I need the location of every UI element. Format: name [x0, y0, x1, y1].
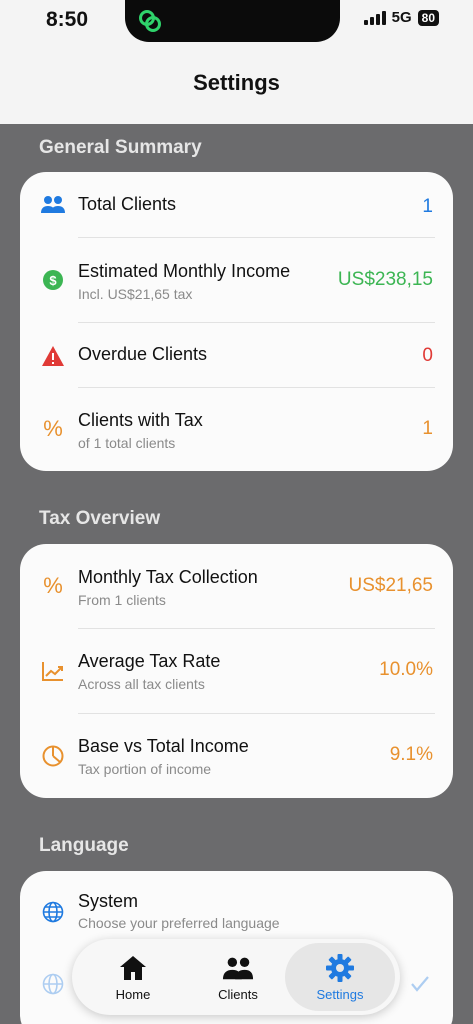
tab-clients[interactable]: Clients: [183, 943, 293, 1011]
row-label: Overdue Clients: [78, 344, 208, 364]
percent-icon: %: [43, 416, 63, 441]
dollar-icon: $: [40, 267, 66, 293]
trend-chart-icon: [40, 658, 66, 684]
row-clients-with-tax: % Clients with Tax of 1 total clients 1: [20, 388, 453, 471]
tab-label: Clients: [218, 987, 258, 1002]
row-value: US$21,65: [348, 575, 433, 596]
link-logo-icon: [139, 10, 161, 32]
top-header: 8:50 5G 80 Settings: [0, 0, 473, 124]
row-monthly-tax-collection: % Monthly Tax Collection From 1 clients …: [20, 544, 453, 628]
row-label: System: [78, 891, 139, 911]
tab-bar: Home Clients Settings: [72, 939, 400, 1015]
row-value: US$238,15: [337, 269, 433, 290]
tab-label: Home: [115, 987, 151, 1002]
tab-label: Settings: [316, 987, 364, 1002]
row-label: Estimated Monthly Income: [78, 261, 291, 281]
gear-icon: [324, 953, 356, 983]
signal-icon: [363, 10, 386, 25]
status-indicators: 5G 80: [363, 9, 439, 26]
row-estimated-monthly-income: $ Estimated Monthly Income Incl. US$21,6…: [20, 238, 453, 322]
percent-icon: %: [43, 573, 63, 598]
status-time: 8:50: [46, 8, 89, 31]
row-subtitle: of 1 total clients: [78, 435, 176, 451]
row-subtitle: From 1 clients: [78, 592, 166, 608]
row-value: 0: [422, 345, 433, 366]
section-title-general-summary: General Summary: [39, 137, 202, 158]
svg-text:$: $: [49, 273, 57, 288]
row-overdue-clients: Overdue Clients 0: [20, 323, 453, 387]
section-title-tax-overview: Tax Overview: [39, 508, 161, 529]
general-summary-card: Total Clients 1 $ Estimated Monthly Inco…: [20, 172, 453, 471]
row-subtitle: Choose your preferred language: [78, 915, 280, 931]
row-value: 9.1%: [389, 744, 433, 765]
row-subtitle: Tax portion of income: [78, 761, 212, 777]
battery-icon: 80: [417, 9, 439, 26]
row-value: 10.0%: [379, 659, 433, 680]
tax-overview-card: % Monthly Tax Collection From 1 clients …: [20, 544, 453, 798]
row-subtitle: Across all tax clients: [78, 676, 205, 692]
row-label: Monthly Tax Collection: [78, 567, 258, 587]
people-icon: [222, 953, 254, 983]
tab-settings[interactable]: Settings: [285, 943, 395, 1011]
globe-icon: [40, 899, 66, 925]
globe-icon: [40, 971, 66, 997]
row-average-tax-rate: Average Tax Rate Across all tax clients …: [20, 629, 453, 713]
row-label: Base vs Total Income: [78, 736, 249, 756]
row-subtitle: Incl. US$21,65 tax: [78, 286, 193, 302]
people-icon: [40, 192, 66, 218]
row-label: Average Tax Rate: [78, 651, 221, 671]
row-base-vs-total-income: Base vs Total Income Tax portion of inco…: [20, 714, 453, 798]
row-label: Clients with Tax: [78, 410, 203, 430]
row-value: 1: [422, 418, 433, 439]
house-icon: [117, 953, 149, 983]
tab-home[interactable]: Home: [78, 943, 188, 1011]
row-label: Total Clients: [78, 194, 177, 214]
page-title: Settings: [193, 70, 280, 95]
warning-icon: [40, 343, 66, 369]
checkmark-icon: [407, 971, 433, 997]
dynamic-island: [125, 0, 340, 42]
network-label: 5G: [391, 9, 412, 26]
row-value: 1: [422, 196, 433, 217]
section-title-language: Language: [39, 835, 129, 856]
pie-chart-icon: [40, 743, 66, 769]
row-total-clients: Total Clients 1: [20, 172, 453, 237]
